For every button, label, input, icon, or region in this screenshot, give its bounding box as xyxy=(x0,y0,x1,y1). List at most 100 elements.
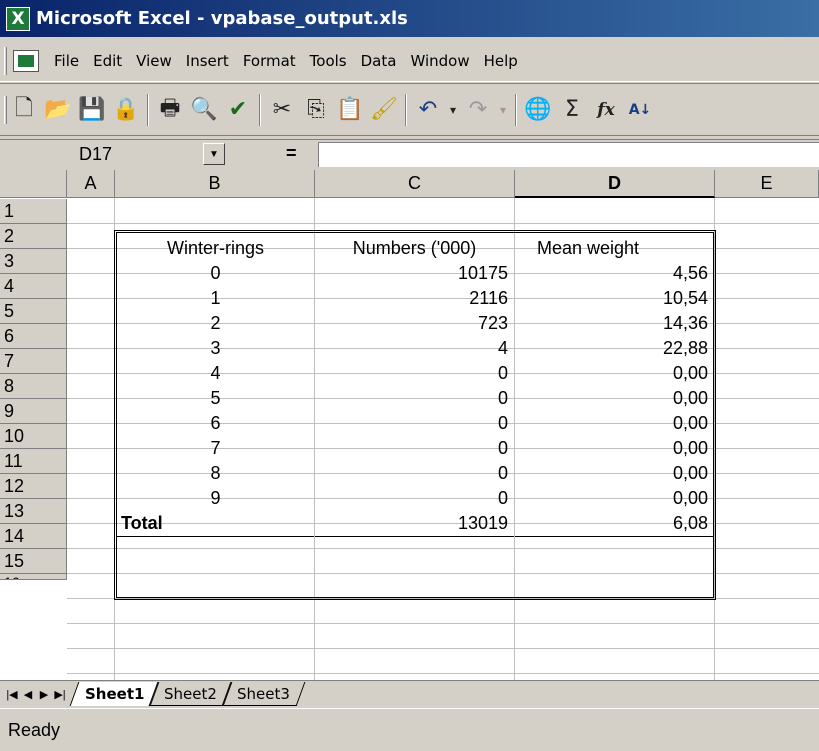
permission-icon[interactable]: 🔒 xyxy=(109,93,143,127)
table-cell[interactable]: 0,00 xyxy=(515,436,714,461)
worksheet-grid[interactable]: A B C D E 1 2 3 4 5 6 7 8 9 10 11 12 13 … xyxy=(0,170,819,680)
row-header-10[interactable]: 10 xyxy=(0,424,67,449)
format-painter-icon[interactable]: 🖌 xyxy=(367,93,401,127)
menu-view[interactable]: View xyxy=(129,52,179,70)
row-header-9[interactable]: 9 xyxy=(0,399,67,424)
cut-icon[interactable]: ✂ xyxy=(265,93,299,127)
name-box[interactable]: D17 ▼ xyxy=(79,142,247,166)
table-cell[interactable]: 1 xyxy=(117,286,314,311)
table-cell[interactable]: 0,00 xyxy=(515,486,714,511)
hyperlink-icon[interactable]: 🌐 xyxy=(521,93,555,127)
workbook-icon[interactable] xyxy=(13,49,39,72)
table-cell[interactable]: 5 xyxy=(117,386,314,411)
table-cell[interactable]: 0 xyxy=(315,436,514,461)
table-cell[interactable]: 14,36 xyxy=(515,311,714,336)
column-header-a[interactable]: A xyxy=(67,170,115,198)
function-icon[interactable]: fx xyxy=(589,93,623,127)
table-total-numbers[interactable]: 13019 xyxy=(315,511,514,536)
table-cell[interactable]: 0 xyxy=(315,461,514,486)
table-cell[interactable]: 4 xyxy=(117,361,314,386)
column-header-c[interactable]: C xyxy=(315,170,515,198)
menu-insert[interactable]: Insert xyxy=(179,52,236,70)
table-header-winter-rings[interactable]: Winter-rings xyxy=(117,236,314,261)
table-header-mean-weight[interactable]: Mean weight xyxy=(515,236,714,261)
table-cell[interactable]: 0,00 xyxy=(515,411,714,436)
table-cell[interactable]: 0 xyxy=(117,261,314,286)
row-header-2[interactable]: 2 xyxy=(0,224,67,249)
save-icon[interactable]: 💾 xyxy=(75,93,109,127)
row-header-13[interactable]: 13 xyxy=(0,499,67,524)
redo-dropdown-icon[interactable]: ▾ xyxy=(495,93,511,127)
print-icon[interactable]: 🖶 xyxy=(153,93,187,127)
row-header-15[interactable]: 15 xyxy=(0,549,67,574)
row-header-12[interactable]: 12 xyxy=(0,474,67,499)
table-cell[interactable]: 2 xyxy=(117,311,314,336)
paste-icon[interactable]: 📋 xyxy=(333,93,367,127)
table-cell[interactable]: 4,56 xyxy=(515,261,714,286)
table-cell[interactable]: 4 xyxy=(315,336,514,361)
table-total-mean-weight[interactable]: 6,08 xyxy=(515,511,714,536)
sort-ascending-icon[interactable]: A↓ xyxy=(623,93,657,127)
row-header-7[interactable]: 7 xyxy=(0,349,67,374)
equals-sign[interactable]: = xyxy=(286,143,297,164)
first-sheet-icon[interactable]: |◀ xyxy=(4,685,20,703)
column-header-d[interactable]: D xyxy=(515,170,715,198)
table-cell[interactable]: 0 xyxy=(315,361,514,386)
row-header-3[interactable]: 3 xyxy=(0,249,67,274)
row-header-4[interactable]: 4 xyxy=(0,274,67,299)
table-cell[interactable]: 0 xyxy=(315,411,514,436)
table-cell[interactable]: 0,00 xyxy=(515,361,714,386)
open-icon[interactable]: 📂 xyxy=(41,93,75,127)
menu-edit[interactable]: Edit xyxy=(86,52,129,70)
last-sheet-icon[interactable]: ▶| xyxy=(52,685,68,703)
row-header-11[interactable]: 11 xyxy=(0,449,67,474)
menu-window[interactable]: Window xyxy=(403,52,476,70)
undo-icon[interactable]: ↶ xyxy=(411,93,445,127)
chevron-down-icon[interactable]: ▼ xyxy=(203,143,225,165)
table-cell[interactable]: 0 xyxy=(315,386,514,411)
undo-dropdown-icon[interactable]: ▾ xyxy=(445,93,461,127)
sheet-tab-1[interactable]: Sheet1 xyxy=(69,682,160,706)
menu-help[interactable]: Help xyxy=(477,52,525,70)
sheet-tab-2[interactable]: Sheet2 xyxy=(149,682,233,706)
menu-format[interactable]: Format xyxy=(236,52,303,70)
autosum-icon[interactable]: Σ xyxy=(555,93,589,127)
sheet-tab-3[interactable]: Sheet3 xyxy=(221,682,306,706)
next-sheet-icon[interactable]: ▶ xyxy=(36,685,52,703)
menu-tools[interactable]: Tools xyxy=(303,52,354,70)
menu-grip[interactable] xyxy=(4,46,7,75)
table-cell[interactable]: 0 xyxy=(315,486,514,511)
formula-input[interactable] xyxy=(318,142,819,167)
table-cell[interactable]: 8 xyxy=(117,461,314,486)
row-header-5[interactable]: 5 xyxy=(0,299,67,324)
print-preview-icon[interactable]: 🔍 xyxy=(187,93,221,127)
table-cell[interactable]: 2116 xyxy=(315,286,514,311)
column-header-b[interactable]: B xyxy=(115,170,315,198)
table-cell[interactable]: 6 xyxy=(117,411,314,436)
row-header-16[interactable]: 16 xyxy=(0,574,67,580)
menu-data[interactable]: Data xyxy=(354,52,404,70)
row-header-8[interactable]: 8 xyxy=(0,374,67,399)
row-header-6[interactable]: 6 xyxy=(0,324,67,349)
table-cell[interactable]: 22,88 xyxy=(515,336,714,361)
spelling-icon[interactable]: ✔ xyxy=(221,93,255,127)
prev-sheet-icon[interactable]: ◀ xyxy=(20,685,36,703)
table-cell[interactable]: 10,54 xyxy=(515,286,714,311)
row-header-1[interactable]: 1 xyxy=(0,199,67,224)
redo-icon[interactable]: ↷ xyxy=(461,93,495,127)
table-cell[interactable]: 10175 xyxy=(315,261,514,286)
table-total-label[interactable]: Total xyxy=(117,511,314,536)
table-cell[interactable]: 9 xyxy=(117,486,314,511)
row-header-14[interactable]: 14 xyxy=(0,524,67,549)
table-cell[interactable]: 0,00 xyxy=(515,386,714,411)
copy-icon[interactable]: ⎘ xyxy=(299,93,333,127)
table-header-numbers[interactable]: Numbers ('000) xyxy=(315,236,514,261)
new-icon[interactable]: 🗋 xyxy=(7,93,41,127)
select-all-corner[interactable] xyxy=(0,170,67,198)
excel-icon[interactable]: X xyxy=(6,6,30,31)
table-cell[interactable]: 7 xyxy=(117,436,314,461)
table-cell[interactable]: 723 xyxy=(315,311,514,336)
column-header-e[interactable]: E xyxy=(715,170,819,198)
table-cell[interactable]: 0,00 xyxy=(515,461,714,486)
table-cell[interactable]: 3 xyxy=(117,336,314,361)
